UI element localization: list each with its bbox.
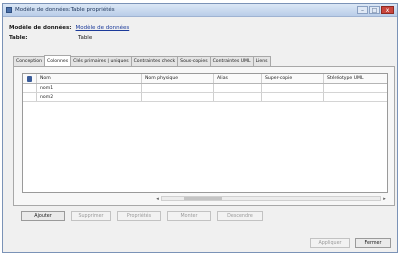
table-label: Table: [9,35,28,41]
table-value: Table [78,35,93,41]
model-label: Modèle de données: [9,25,72,31]
table-row-info: Table: Table [9,35,92,41]
cell-alias[interactable] [214,84,262,92]
header-name[interactable]: Nom [37,74,142,83]
row-key-cell[interactable] [23,84,37,92]
scroll-thumb[interactable] [184,197,222,200]
grid-actions: Ajouter Supprimer Propriétés Monter Desc… [21,211,263,221]
header-super-copy[interactable]: Super-copie [262,74,324,83]
add-button[interactable]: Ajouter [21,211,65,221]
maximize-button[interactable]: □ [369,6,380,14]
title-bar[interactable]: Modèle de données:Table propriétés – □ x [3,4,397,17]
tab-sub-copies[interactable]: Sous-copies [177,56,211,66]
tab-links[interactable]: Liens [252,56,271,66]
cell-physical-name[interactable] [142,84,214,92]
cell-super-copy[interactable] [262,84,324,92]
properties-window: Modèle de données:Table propriétés – □ x… [2,3,398,253]
tab-conception[interactable]: Conception [13,56,45,66]
cell-uml-stereotype[interactable] [324,93,386,101]
header-alias[interactable]: Alias [214,74,262,83]
window-title: Modèle de données:Table propriétés [15,7,115,13]
close-window-button[interactable]: x [381,6,394,14]
tab-uml-constraints[interactable]: Contraintes UML [209,56,254,66]
tab-check-constraints[interactable]: Contraintes check [130,56,179,66]
cell-super-copy[interactable] [262,93,324,101]
minimize-button[interactable]: – [357,6,368,14]
columns-grid: Nom Nom physique Alias Super-copie Stéré… [22,73,388,193]
move-down-button[interactable]: Descendre [217,211,263,221]
table-row[interactable]: nom1 [23,84,387,93]
close-button[interactable]: Fermer [355,238,391,248]
header-uml-stereotype[interactable]: Stéréotype UML [324,74,386,83]
horizontal-scrollbar[interactable]: ◂ ▸ [154,195,388,202]
dialog-footer: Appliquer Fermer [310,238,391,248]
window-controls: – □ x [357,6,394,14]
scroll-right-icon[interactable]: ▸ [381,195,388,202]
move-up-button[interactable]: Monter [167,211,211,221]
grid-header: Nom Nom physique Alias Super-copie Stéré… [23,74,387,84]
cell-uml-stereotype[interactable] [324,84,386,92]
apply-button[interactable]: Appliquer [310,238,350,248]
tab-primary-unique-keys[interactable]: Clés primaires | uniques [70,56,132,66]
tab-colonnes[interactable]: Colonnes [44,55,72,66]
tab-strip: Conception Colonnes Clés primaires | uni… [13,55,271,66]
cell-name[interactable]: nom1 [37,84,142,92]
properties-button[interactable]: Propriétés [117,211,161,221]
model-row: Modèle de données: Modèle de données [9,25,129,31]
columns-panel: Nom Nom physique Alias Super-copie Stéré… [13,66,395,206]
key-column-header[interactable] [23,74,37,83]
row-key-cell[interactable] [23,93,37,101]
scroll-left-icon[interactable]: ◂ [154,195,161,202]
model-link[interactable]: Modèle de données [76,25,130,31]
cell-physical-name[interactable] [142,93,214,101]
table-row[interactable]: nom2 [23,93,387,102]
scroll-track[interactable] [161,196,381,201]
header-physical-name[interactable]: Nom physique [142,74,214,83]
app-icon [6,7,12,13]
cell-name[interactable]: nom2 [37,93,142,101]
cell-alias[interactable] [214,93,262,101]
key-icon [27,75,32,82]
delete-button[interactable]: Supprimer [71,211,111,221]
